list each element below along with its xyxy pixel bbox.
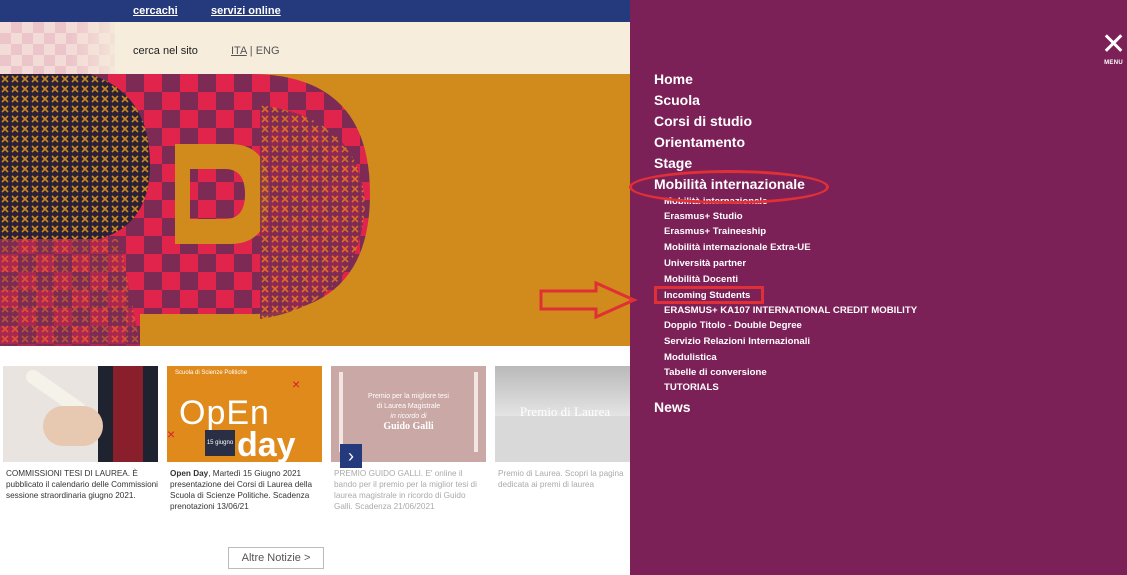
highlight-box — [654, 286, 764, 304]
news-caption: Premio di Laurea. Scopri la pagina dedic… — [498, 469, 624, 489]
submenu-item[interactable]: Mobilità internazionale Extra-UE — [664, 242, 811, 253]
submenu-item[interactable]: Università partner — [664, 258, 746, 269]
submenu-item[interactable]: Modulistica — [664, 352, 717, 363]
menu-item-stage[interactable]: Stage — [654, 155, 692, 171]
news-card[interactable]: Scuola di Scienze Politiche OpEn day 15 … — [167, 366, 322, 512]
submenu-item[interactable]: Servizio Relazioni Internazionali — [664, 336, 810, 347]
submenu-item[interactable]: ERASMUS+ KA107 INTERNATIONAL CREDIT MOBI… — [664, 305, 917, 316]
news-thumbnail — [3, 366, 158, 462]
news-card[interactable]: Premio per la migliore tesi di Laurea Ma… — [331, 366, 486, 512]
news-list: COMMISSIONI TESI DI LAUREA. È pubblicato… — [0, 366, 650, 546]
news-card[interactable]: Premio di Laurea Premio di Laurea. Scopr… — [495, 366, 650, 490]
top-bar: cercachi servizi online — [0, 0, 630, 22]
highlight-ellipse — [629, 170, 829, 204]
news-caption: PREMIO GUIDO GALLI. E' online il bando p… — [334, 469, 477, 511]
hero-banner — [0, 74, 630, 346]
search-link[interactable]: cerca nel sito — [133, 45, 198, 57]
lang-eng-link[interactable]: ENG — [256, 45, 280, 57]
altre-notizie-button[interactable]: Altre Notizie > — [228, 547, 324, 569]
news-thumbnail: Scuola di Scienze Politiche OpEn day 15 … — [167, 366, 322, 462]
news-caption: COMMISSIONI TESI DI LAUREA. È pubblicato… — [6, 469, 159, 500]
news-thumbnail: Premio di Laurea — [495, 366, 650, 462]
carousel-next-button[interactable]: › — [340, 444, 362, 468]
menu-item-news[interactable]: News — [654, 399, 691, 415]
close-menu-button[interactable]: ✕ MENU — [1101, 30, 1126, 67]
pointer-arrow-icon — [539, 280, 638, 320]
lang-ita-link[interactable]: ITA — [231, 45, 247, 57]
submenu-item[interactable]: Doppio Titolo - Double Degree — [664, 320, 802, 331]
menu-item-orientamento[interactable]: Orientamento — [654, 134, 745, 150]
news-caption: Open Day, Martedì 15 Giugno 2021 present… — [170, 469, 313, 511]
news-card[interactable]: COMMISSIONI TESI DI LAUREA. È pubblicato… — [3, 366, 158, 501]
submenu-item[interactable]: Erasmus+ Traineeship — [664, 226, 766, 237]
language-switch: ITA | ENG — [231, 45, 280, 57]
hero-pattern — [0, 74, 370, 346]
cercachi-link[interactable]: cercachi — [133, 5, 178, 17]
site-header: cerca nel sito ITA | ENG — [0, 22, 630, 74]
submenu-item[interactable]: Tabelle di conversione — [664, 367, 767, 378]
submenu-item[interactable]: TUTORIALS — [664, 382, 719, 393]
submenu-item[interactable]: Mobilità Docenti — [664, 274, 738, 285]
menu-item-scuola[interactable]: Scuola — [654, 92, 700, 108]
menu-label: MENU — [1104, 60, 1123, 66]
submenu-item[interactable]: Erasmus+ Studio — [664, 211, 743, 222]
servizi-online-link[interactable]: servizi online — [211, 5, 281, 17]
close-icon[interactable]: ✕ — [1101, 30, 1126, 60]
menu-item-home[interactable]: Home — [654, 71, 693, 87]
menu-item-corsi-di-studio[interactable]: Corsi di studio — [654, 113, 752, 129]
